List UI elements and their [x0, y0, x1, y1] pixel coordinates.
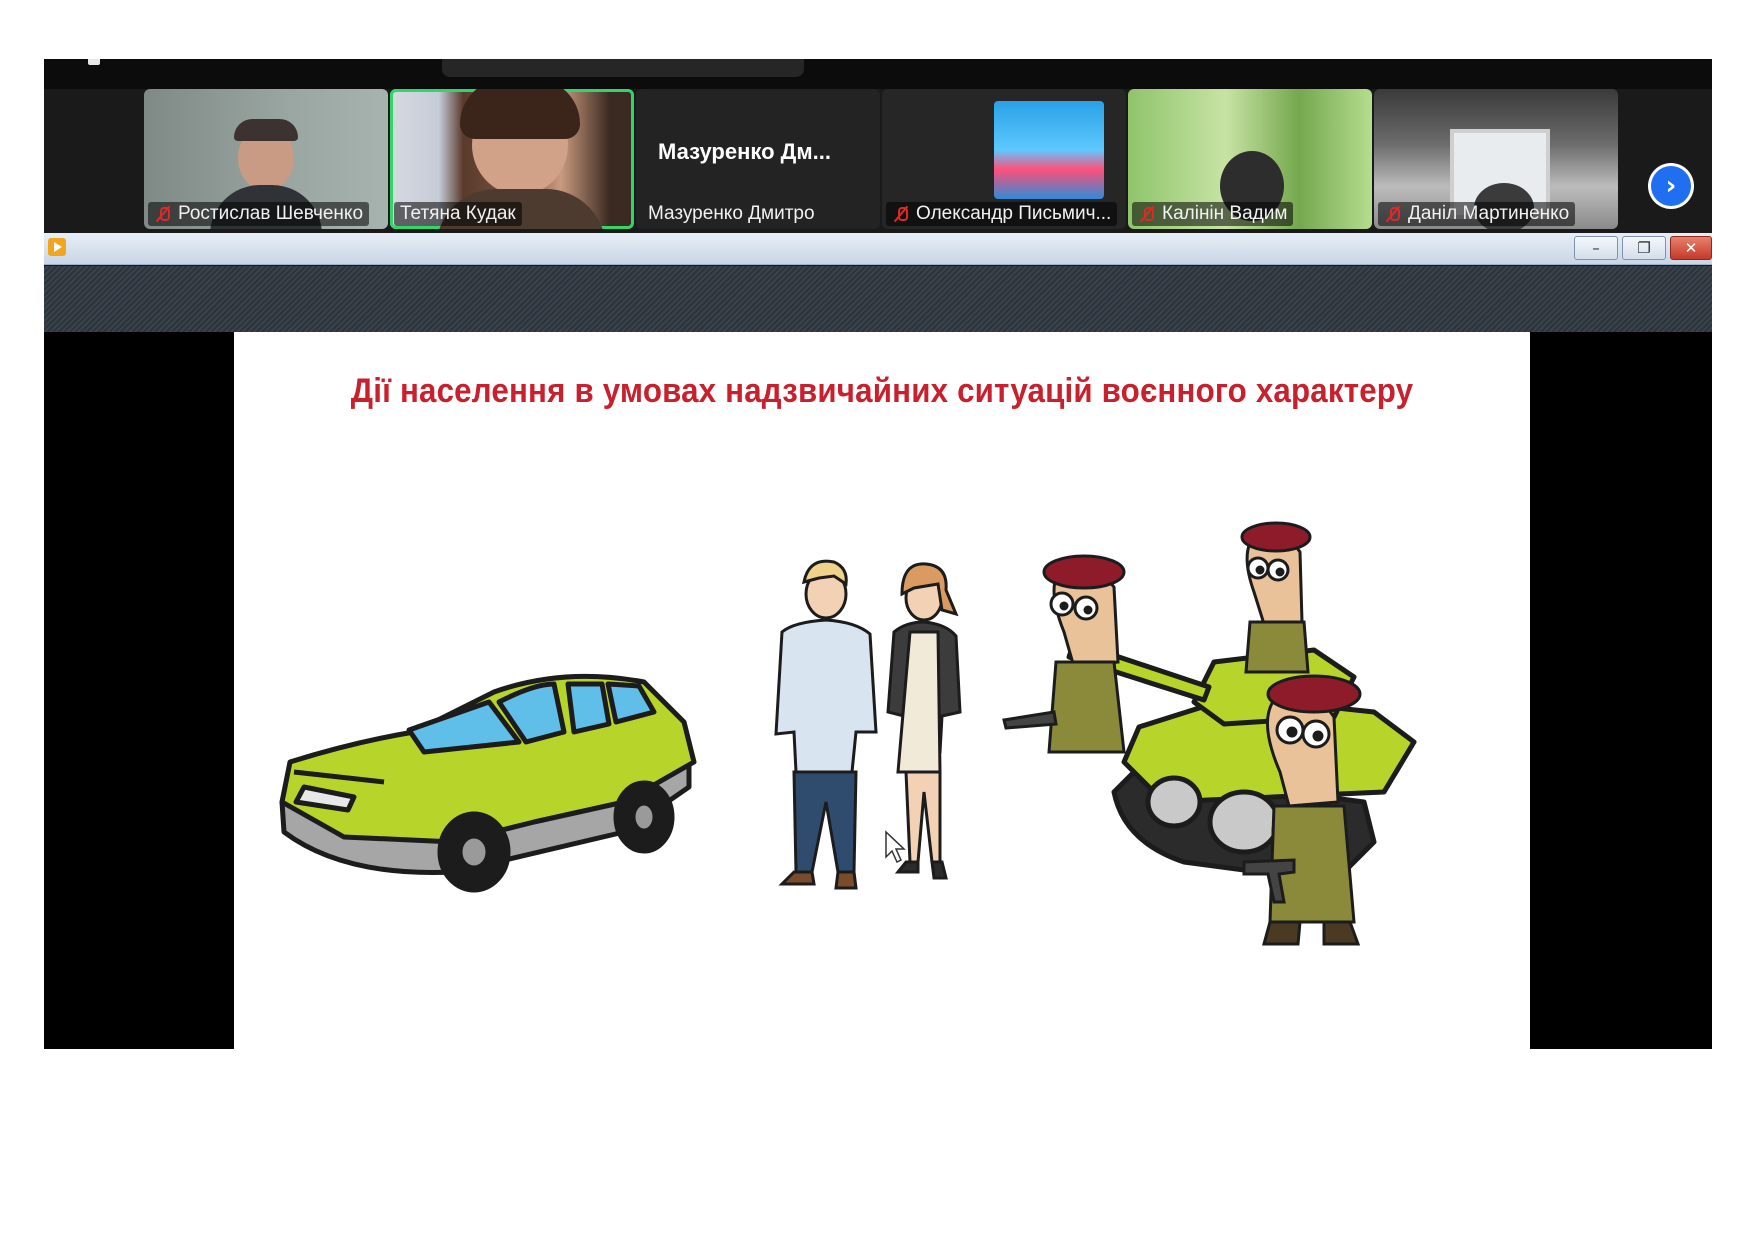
- participant-hair: [234, 119, 298, 141]
- woman-illustration: [886, 562, 962, 880]
- muted-mic-icon: [1384, 205, 1402, 223]
- mouse-cursor-icon: [885, 830, 906, 864]
- view-options-pill[interactable]: [442, 59, 804, 77]
- participant-name: Даніл Мартиненко: [1378, 202, 1576, 226]
- muted-mic-icon: [892, 205, 910, 223]
- presentation-toolbar-area: [44, 266, 1712, 332]
- car-illustration: [279, 673, 697, 893]
- minimize-button[interactable]: –: [1574, 236, 1618, 260]
- participant-tile[interactable]: Ростислав Шевченко: [144, 89, 388, 229]
- participant-name: Мазуренко Дмитро: [648, 203, 815, 224]
- participant-display-name: Мазуренко Дм...: [658, 139, 831, 164]
- chevron-right-icon: ›: [1651, 166, 1691, 206]
- participant-tile[interactable]: Даніл Мартиненко: [1374, 89, 1618, 229]
- participant-name: Калінін Вадим: [1132, 202, 1294, 226]
- tank-illustration: [1066, 639, 1417, 885]
- close-button[interactable]: ✕: [1670, 236, 1712, 260]
- next-page-button[interactable]: ›: [1648, 163, 1694, 209]
- presentation-window-titlebar: – ❐ ✕: [44, 233, 1712, 265]
- soldier-illustration: [1002, 554, 1126, 754]
- participant-name: Ростислав Шевченко: [148, 202, 370, 226]
- presentation-slide: Дії населення в умовах надзвичайних ситу…: [234, 332, 1530, 1049]
- participant-tile-active-speaker[interactable]: Тетяна Кудак: [390, 89, 634, 229]
- muted-mic-icon: [1138, 205, 1156, 223]
- participant-tile[interactable]: Калінін Вадим: [1128, 89, 1372, 229]
- zoom-meeting-screen: Ростислав Шевченко Тетяна Кудак Мазуренк…: [44, 59, 1712, 1049]
- participant-hair: [460, 89, 580, 139]
- meeting-info-icon[interactable]: [88, 59, 100, 65]
- player-app-icon[interactable]: [48, 238, 66, 256]
- participant-name: Тетяна Кудак: [394, 202, 522, 226]
- participant-name: Олександр Письмич...: [886, 202, 1118, 226]
- soldier-illustration: [1240, 521, 1312, 674]
- participant-avatar-image: [994, 101, 1104, 199]
- participant-tile[interactable]: Олександр Письмич...: [882, 89, 1126, 229]
- meeting-top-bar: [44, 59, 1712, 89]
- slide-illustration: [279, 521, 1417, 946]
- muted-mic-icon: [154, 205, 172, 223]
- man-illustration: [774, 559, 878, 890]
- participant-tile[interactable]: Мазуренко Дм... Мазуренко Дмитро: [636, 89, 880, 229]
- restore-button[interactable]: ❐: [1622, 236, 1666, 260]
